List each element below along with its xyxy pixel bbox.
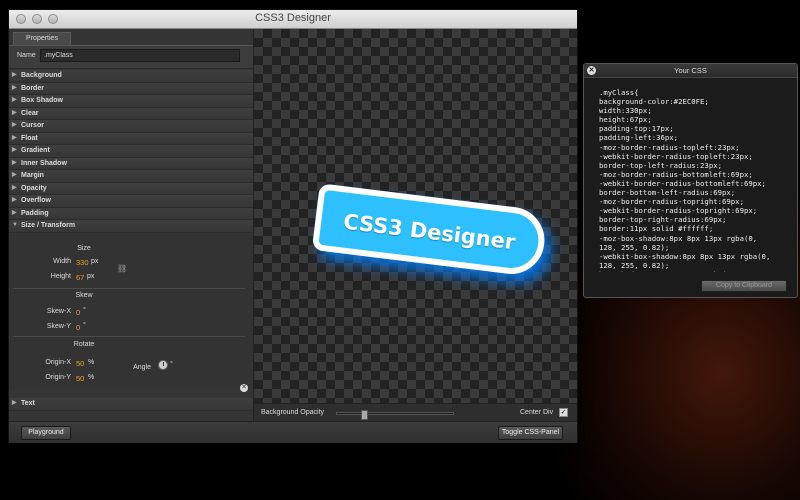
css-panel: ✕ Your CSS .myClass{ background-color:#2… (583, 63, 798, 298)
property-group-label: Float (21, 134, 38, 142)
link-aspect-icon[interactable]: ⛓ (117, 264, 127, 273)
css-code-output[interactable]: .myClass{ background-color:#2EC0FE; widt… (599, 88, 791, 272)
chevron-down-icon: ▼ (12, 222, 18, 228)
property-group-label: Overflow (21, 197, 51, 204)
divider (13, 288, 245, 289)
angle-unit: ° (170, 361, 173, 368)
chevron-right-icon: ▶ (12, 197, 17, 203)
origin-y-unit: % (88, 374, 95, 381)
css-panel-title-bar: ✕ Your CSS (584, 64, 797, 78)
height-value[interactable]: 67 (76, 273, 84, 282)
property-group-label: Gradient (21, 147, 50, 154)
property-group-box-shadow[interactable]: ▶ Box Shadow (9, 95, 253, 108)
width-label: Width (53, 258, 71, 265)
properties-panel: Properties Name ▶ Background ▶ Border ▶ Box… (9, 29, 254, 421)
chevron-right-icon: ▶ (12, 184, 17, 191)
height-unit: px (87, 273, 95, 280)
preview-element[interactable]: CSS3 Designer (311, 183, 549, 278)
property-group-label: Inner Shadow (21, 159, 67, 167)
chevron-right-icon: ▶ (12, 400, 17, 406)
skew-x-value[interactable]: 0 (76, 308, 80, 317)
css-panel-title: Your CSS (674, 66, 707, 75)
tab-properties[interactable]: Properties (13, 32, 71, 45)
preview-canvas[interactable]: CSS3 Designer (254, 29, 577, 403)
skew-x-label: Skew-X (46, 308, 71, 315)
playground-button[interactable]: Playground (21, 426, 71, 440)
skew-y-label: Skew-Y (46, 323, 71, 330)
name-row: Name (9, 45, 253, 69)
property-group-label: Clear (21, 109, 39, 117)
property-group-gradient[interactable]: ▶ Gradient (9, 145, 253, 158)
angle-dial[interactable] (158, 360, 168, 370)
property-group-label: Margin (21, 172, 44, 179)
copy-to-clipboard-button[interactable]: Copy to Clipboard (701, 280, 787, 292)
property-group-label: Box Shadow (21, 97, 64, 104)
chevron-right-icon: ▶ (12, 134, 17, 141)
origin-y-value[interactable]: 50 (76, 374, 84, 383)
slider-handle[interactable] (361, 410, 368, 420)
rotate-section-title: Rotate (73, 341, 95, 348)
text-row: ▶ Text (9, 398, 253, 411)
property-group-label: Padding (21, 209, 49, 217)
chevron-right-icon: ▶ (12, 122, 17, 128)
origin-y-label: Origin-Y (45, 374, 71, 381)
chevron-right-icon: ▶ (12, 172, 17, 178)
skew-y-value[interactable]: 0 (76, 323, 80, 332)
property-group-float[interactable]: ▶ Float (9, 132, 253, 145)
background-opacity-label: Background Opacity (261, 409, 325, 416)
property-group-label: Size / Transform (21, 222, 76, 229)
property-group-label: Opacity (21, 184, 47, 192)
width-unit: px (91, 258, 99, 265)
chevron-right-icon: ▶ (12, 159, 17, 166)
property-group-padding[interactable]: ▶ Padding (9, 207, 253, 220)
name-label: Name (17, 52, 36, 59)
property-group-cursor[interactable]: ▶ Cursor (9, 120, 253, 133)
chevron-right-icon: ▶ (12, 109, 17, 116)
property-group-border[interactable]: ▶ Border (9, 82, 253, 95)
skew-y-unit: ° (83, 322, 86, 329)
name-input[interactable] (40, 49, 240, 62)
center-div-checkbox[interactable]: ✓ (559, 408, 568, 417)
skew-x-unit: ° (83, 307, 86, 314)
title-bar: CSS3 Designer (9, 10, 577, 29)
property-group-background[interactable]: ▶ Background (9, 70, 253, 83)
property-group-inner-shadow[interactable]: ▶ Inner Shadow (9, 157, 253, 170)
property-group-label: Text (21, 400, 35, 407)
property-group-label: Cursor (21, 122, 44, 129)
chevron-right-icon: ▶ (12, 97, 17, 103)
window-title: CSS3 Designer (255, 12, 331, 24)
chevron-right-icon: ▶ (12, 84, 17, 91)
origin-x-label: Origin-X (45, 359, 71, 366)
property-group-opacity[interactable]: ▶ Opacity (9, 182, 253, 195)
reset-transform-close-icon[interactable]: ✕ (240, 384, 248, 392)
property-group-size-transform[interactable]: ▼ Size / Transform (9, 220, 253, 233)
chevron-right-icon: ▶ (12, 72, 17, 78)
toggle-css-panel-button[interactable]: Toggle CSS-Panel (498, 426, 563, 440)
size-transform-panel: Size Width 330 px Height 67 px ⛓ Skew Sk… (9, 234, 253, 392)
property-group-text[interactable]: ▶ Text (9, 398, 253, 411)
property-group-label: Background (21, 72, 62, 79)
property-group-clear[interactable]: ▶ Clear (9, 107, 253, 120)
origin-x-value[interactable]: 50 (76, 359, 84, 368)
main-window: CSS3 Designer Properties Name ▶ Backgroun… (8, 9, 578, 443)
property-group-overflow[interactable]: ▶ Overflow (9, 195, 253, 208)
skew-section-title: Skew (75, 292, 93, 299)
property-group-margin[interactable]: ▶ Margin (9, 170, 253, 183)
property-list: ▶ Background ▶ Border ▶ Box Shadow ▶ Clear ▶… (9, 70, 253, 233)
property-group-label: Border (21, 84, 44, 92)
size-section-title: Size (77, 245, 91, 252)
bottom-toolbar: Playground Toggle CSS-Panel (9, 421, 577, 443)
divider (13, 336, 245, 337)
height-label: Height (50, 273, 71, 280)
angle-label: Angle (133, 364, 151, 371)
center-div-label: Center Div (520, 409, 554, 416)
chevron-right-icon: ▶ (12, 209, 17, 216)
width-value[interactable]: 330 (76, 258, 89, 267)
background-opacity-slider[interactable] (336, 410, 454, 420)
chevron-right-icon: ▶ (12, 147, 17, 153)
canvas-footer: Background Opacity Center Div ✓ (254, 403, 577, 422)
